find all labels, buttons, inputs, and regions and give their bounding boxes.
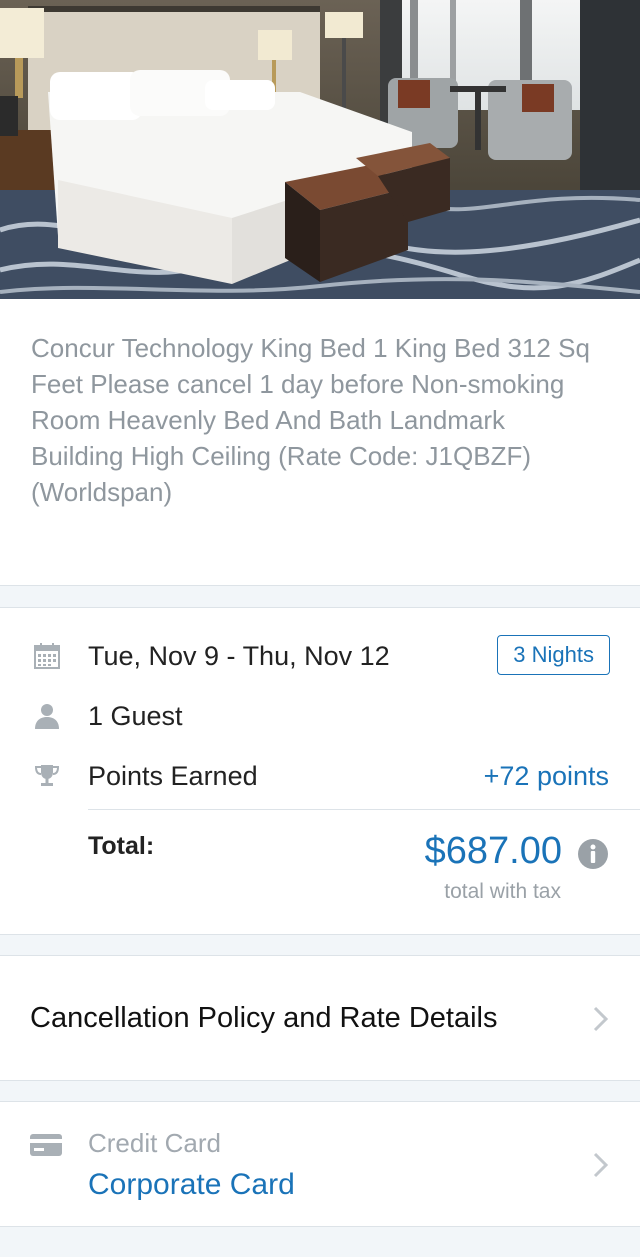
- credit-card-icon: [30, 1134, 62, 1156]
- room-description: Concur Technology King Bed 1 King Bed 31…: [31, 333, 590, 507]
- room-description-card: Concur Technology King Bed 1 King Bed 31…: [0, 299, 640, 586]
- points-value: +72 points: [483, 761, 609, 791]
- stay-details-card: Tue, Nov 9 - Thu, Nov 12 3 Nights 1 Gues…: [0, 607, 640, 935]
- total-amount: $687.00: [424, 830, 562, 872]
- trophy-icon: [34, 765, 60, 786]
- divider: [88, 809, 640, 810]
- person-icon: [35, 704, 59, 729]
- stay-dates: Tue, Nov 9 - Thu, Nov 12: [88, 641, 390, 671]
- chevron-right-icon: [593, 1006, 609, 1032]
- calendar-icon: [34, 643, 60, 669]
- cancellation-policy-label: Cancellation Policy and Rate Details: [30, 1002, 498, 1034]
- hotel-room-photo: [0, 0, 640, 299]
- points-label: Points Earned: [88, 761, 258, 791]
- total-subtitle: total with tax: [444, 880, 561, 903]
- points-row: Points Earned +72 points: [0, 750, 640, 800]
- chevron-right-icon: [593, 1152, 609, 1178]
- cancellation-policy-row[interactable]: Cancellation Policy and Rate Details: [0, 955, 640, 1081]
- payment-value: Corporate Card: [88, 1168, 295, 1201]
- nights-badge: 3 Nights: [497, 635, 610, 675]
- payment-method-row[interactable]: Credit Card Corporate Card: [0, 1101, 640, 1227]
- payment-label: Credit Card: [88, 1128, 221, 1158]
- info-icon[interactable]: [577, 838, 609, 870]
- guests-row: 1 Guest: [0, 690, 640, 740]
- guest-count: 1 Guest: [88, 701, 183, 731]
- total-label: Total:: [88, 832, 155, 860]
